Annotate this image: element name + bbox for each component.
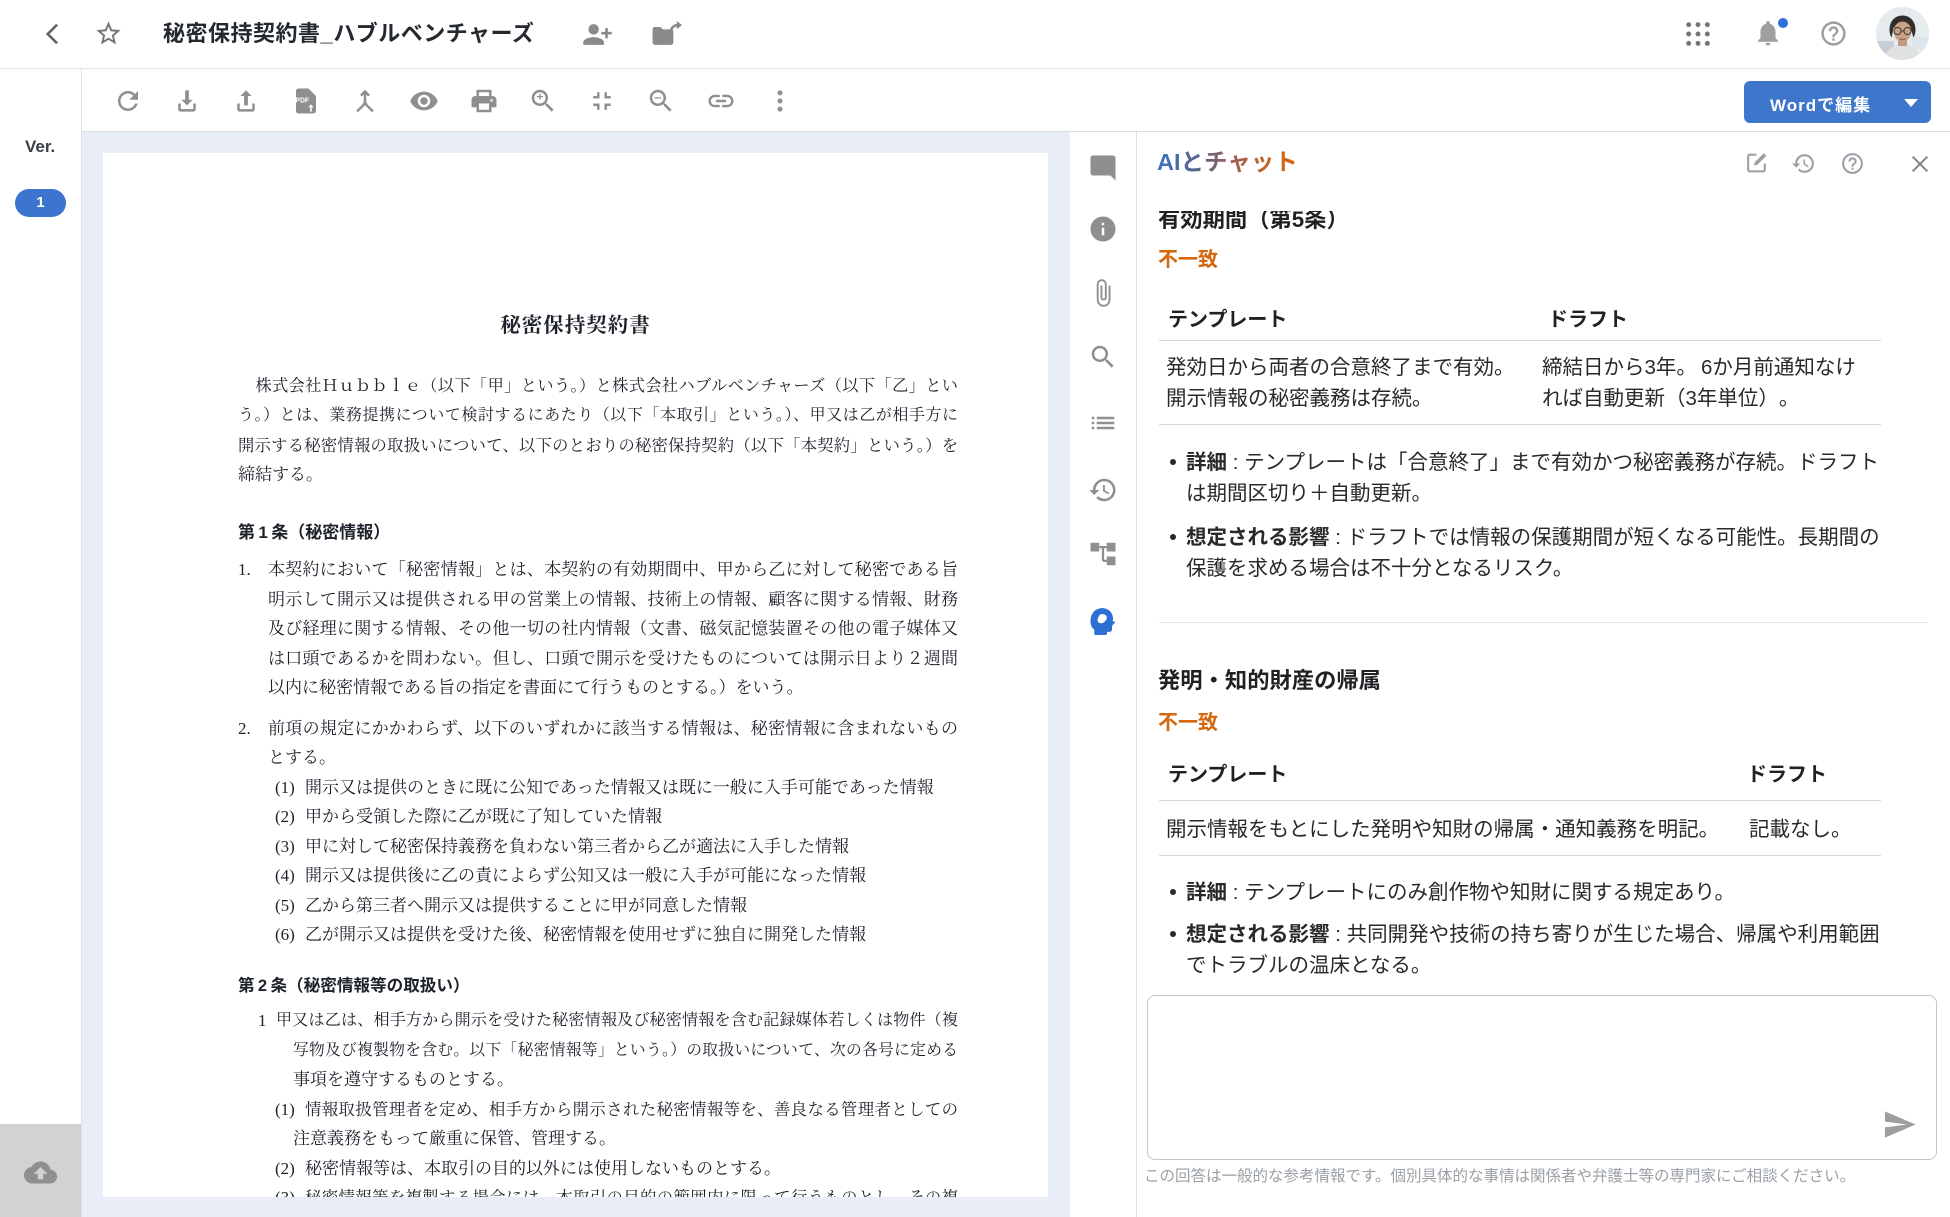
svg-text:PDF: PDF — [295, 97, 309, 104]
